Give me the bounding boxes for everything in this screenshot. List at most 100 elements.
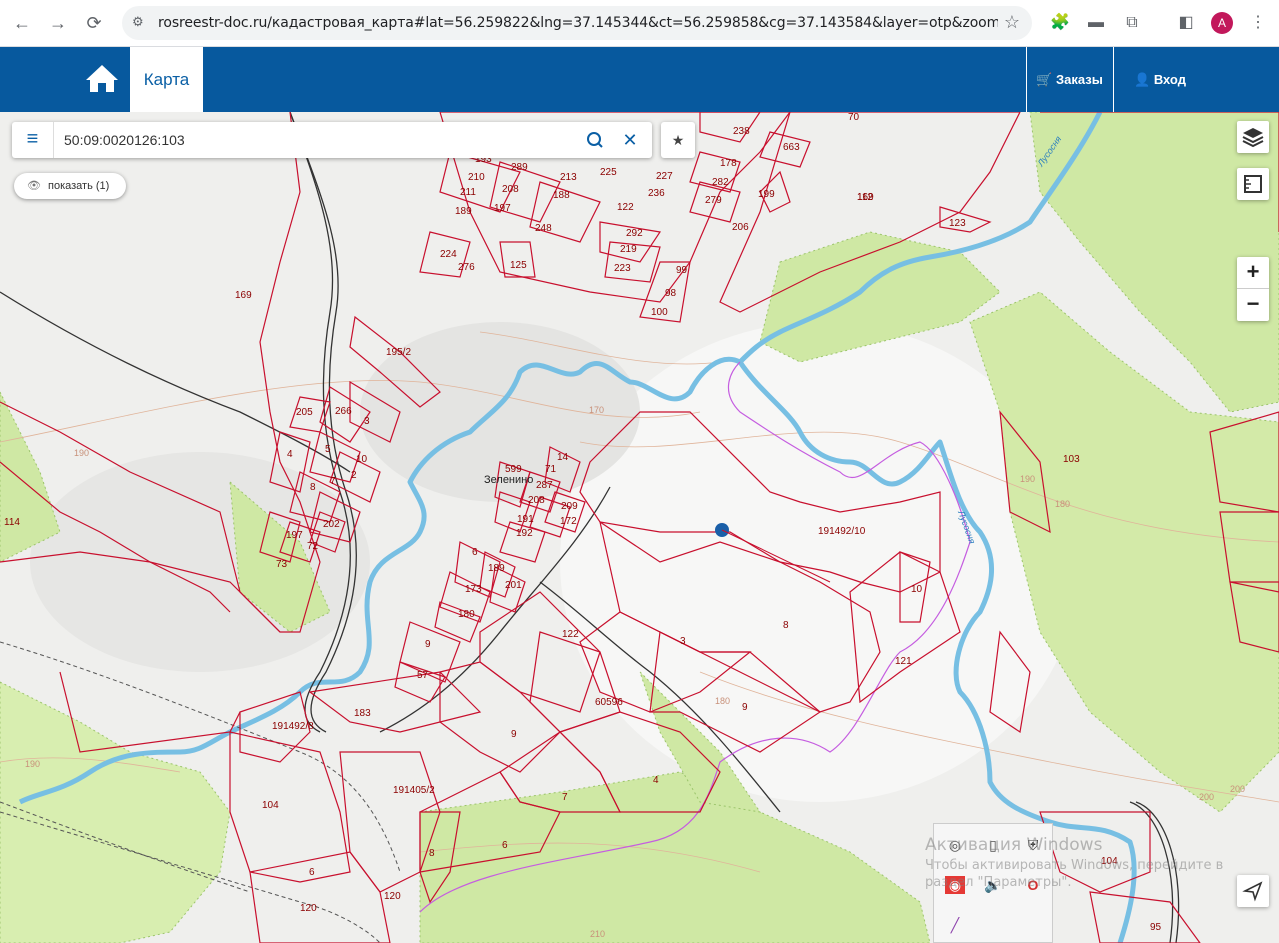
plot-number-label[interactable]: 189 [488,563,505,574]
plot-number-label[interactable]: 209 [561,501,578,512]
plot-number-label[interactable]: 197 [494,203,511,214]
plot-number-label[interactable]: 71 [545,464,557,475]
plot-number-label[interactable]: 103 [1063,454,1080,465]
plot-number-label[interactable]: 100 [651,307,668,318]
plot-number-label[interactable]: 120 [384,891,401,902]
plot-number-label[interactable]: 99 [676,265,688,276]
plot-number-label[interactable]: 238 [733,126,750,137]
plot-number-label[interactable]: 189 [455,206,472,217]
plot-number-label[interactable]: 219 [620,244,637,255]
locate-me-icon[interactable] [1237,875,1269,907]
plot-number-label[interactable]: 213 [560,172,577,183]
plot-number-label[interactable]: 197 [286,530,303,541]
plot-number-label[interactable]: 282 [712,177,729,188]
favorite-star-icon[interactable]: ★ [661,122,695,158]
plot-number-label[interactable]: 10 [356,454,368,465]
plot-number-label[interactable]: 276 [458,262,475,273]
plot-number-label[interactable]: 191492/10 [818,526,866,537]
plot-number-label[interactable]: 289 [511,162,528,173]
plot-number-label[interactable]: 208 [528,495,545,506]
plot-number-label[interactable]: 121 [895,656,912,667]
plot-number-label[interactable]: 95 [1150,922,1162,933]
pen-tool-icon[interactable]: ╱ [942,912,968,938]
plot-number-label[interactable]: 223 [614,263,631,274]
plot-number-label[interactable]: 173 [465,584,482,595]
plot-number-label[interactable]: 6 [309,867,315,878]
reload-icon[interactable]: ⟳ [82,11,106,35]
plot-number-label[interactable]: 60596 [595,697,623,708]
plot-number-label[interactable]: 6 [472,547,478,558]
plot-number-label[interactable]: 9 [742,702,748,713]
plot-number-label[interactable]: 98 [665,288,677,299]
plot-number-label[interactable]: 122 [562,629,579,640]
plot-number-label[interactable]: 199 [758,189,775,200]
plot-number-label[interactable]: 188 [553,190,570,201]
plot-number-label[interactable]: 191492/8 [272,721,314,732]
plot-number-label[interactable]: 201 [505,580,522,591]
plot-number-label[interactable]: 663 [783,142,800,153]
plot-number-label[interactable]: 224 [440,249,457,260]
plot-number-label[interactable]: 104 [262,800,279,811]
extension-wallet-icon[interactable]: ▬ [1085,12,1107,34]
zoom-in-button[interactable]: + [1237,257,1269,289]
plot-number-label[interactable]: 180 [458,609,475,620]
forward-arrow-icon[interactable]: → [46,11,70,35]
plot-number-label[interactable]: 114 [4,517,20,528]
plot-number-label[interactable]: 227 [656,171,673,182]
plot-number-label[interactable]: 123 [949,218,966,229]
orders-button[interactable]: 🛒 Заказы [1026,47,1112,112]
login-button[interactable]: 👤 Вход [1113,47,1279,112]
plot-number-label[interactable]: 8 [429,848,435,859]
plot-number-label[interactable]: 236 [648,188,665,199]
plot-number-label[interactable]: 202 [323,519,340,530]
side-panel-icon[interactable]: ◧ [1175,12,1197,34]
show-results-button[interactable]: 👁 показать (1) [14,173,126,199]
bookmark-star-icon[interactable]: ☆ [1004,12,1020,33]
plot-number-label[interactable]: 2 [351,470,357,481]
plot-number-label[interactable]: 9 [425,639,431,650]
plot-number-label[interactable]: 192 [516,528,533,539]
search-icon[interactable] [584,128,608,152]
plot-number-label[interactable]: 73 [276,559,288,570]
plot-number-label[interactable]: 172 [560,516,577,527]
cadastral-search-input[interactable] [64,130,564,150]
ruler-measure-icon[interactable] [1237,168,1269,200]
extension-icon[interactable]: 🧩 [1049,12,1071,34]
site-info-icon[interactable]: ⚙ [132,14,150,32]
cadastral-map[interactable]: 663 70 238 178 282 279 199 169 206 227 236 225 122 29… [0,112,1279,943]
clear-search-icon[interactable]: ✕ [618,126,642,154]
plot-number-label[interactable]: 120 [300,903,317,914]
plot-number-label[interactable]: 9 [511,729,517,740]
plot-number-label[interactable]: 72 [307,541,319,552]
plot-number-label[interactable]: 7 [330,476,336,487]
plot-number-label[interactable]: 8 [783,620,789,631]
kebab-menu-icon[interactable]: ⋮ [1247,12,1269,34]
plot-number-label[interactable]: 3 [680,636,686,647]
plot-number-label[interactable]: 287 [536,480,553,491]
plot-number-label[interactable]: 112 [857,192,873,203]
layers-icon[interactable] [1237,121,1269,153]
plot-number-label[interactable]: 10 [911,584,923,595]
plot-number-label[interactable]: 292 [626,228,643,239]
plot-number-label[interactable]: 266 [335,406,352,417]
plot-number-label[interactable]: 191405/2 [393,785,435,796]
plot-number-label[interactable]: 205 [296,407,313,418]
home-button[interactable] [80,47,124,112]
plot-number-label[interactable]: 210 [468,172,485,183]
url-text[interactable]: rosreestr-doc.ru/кадастровая_карта#lat=5… [158,15,998,31]
plot-number-label[interactable]: 7 [562,792,568,803]
plot-number-label[interactable]: 208 [502,184,519,195]
plot-number-label[interactable]: 8 [310,482,316,493]
plot-number-label[interactable]: 183 [354,708,371,719]
plot-number-label[interactable]: 4 [287,449,293,460]
plot-number-label[interactable]: 122 [617,202,634,213]
menu-hamburger-icon[interactable]: ≡ [12,122,54,158]
plot-number-label[interactable]: 225 [600,167,617,178]
back-arrow-icon[interactable]: ← [10,11,34,35]
zoom-out-button[interactable]: − [1237,289,1269,321]
plot-number-label[interactable]: 191 [517,514,534,525]
plot-number-label[interactable]: 195/2 [386,347,411,358]
plot-number-label[interactable]: 6 [502,840,508,851]
plot-number-label[interactable]: 211 [460,187,476,198]
map-canvas[interactable]: 66370238178282279199 16920622723622512229… [0,112,1279,943]
